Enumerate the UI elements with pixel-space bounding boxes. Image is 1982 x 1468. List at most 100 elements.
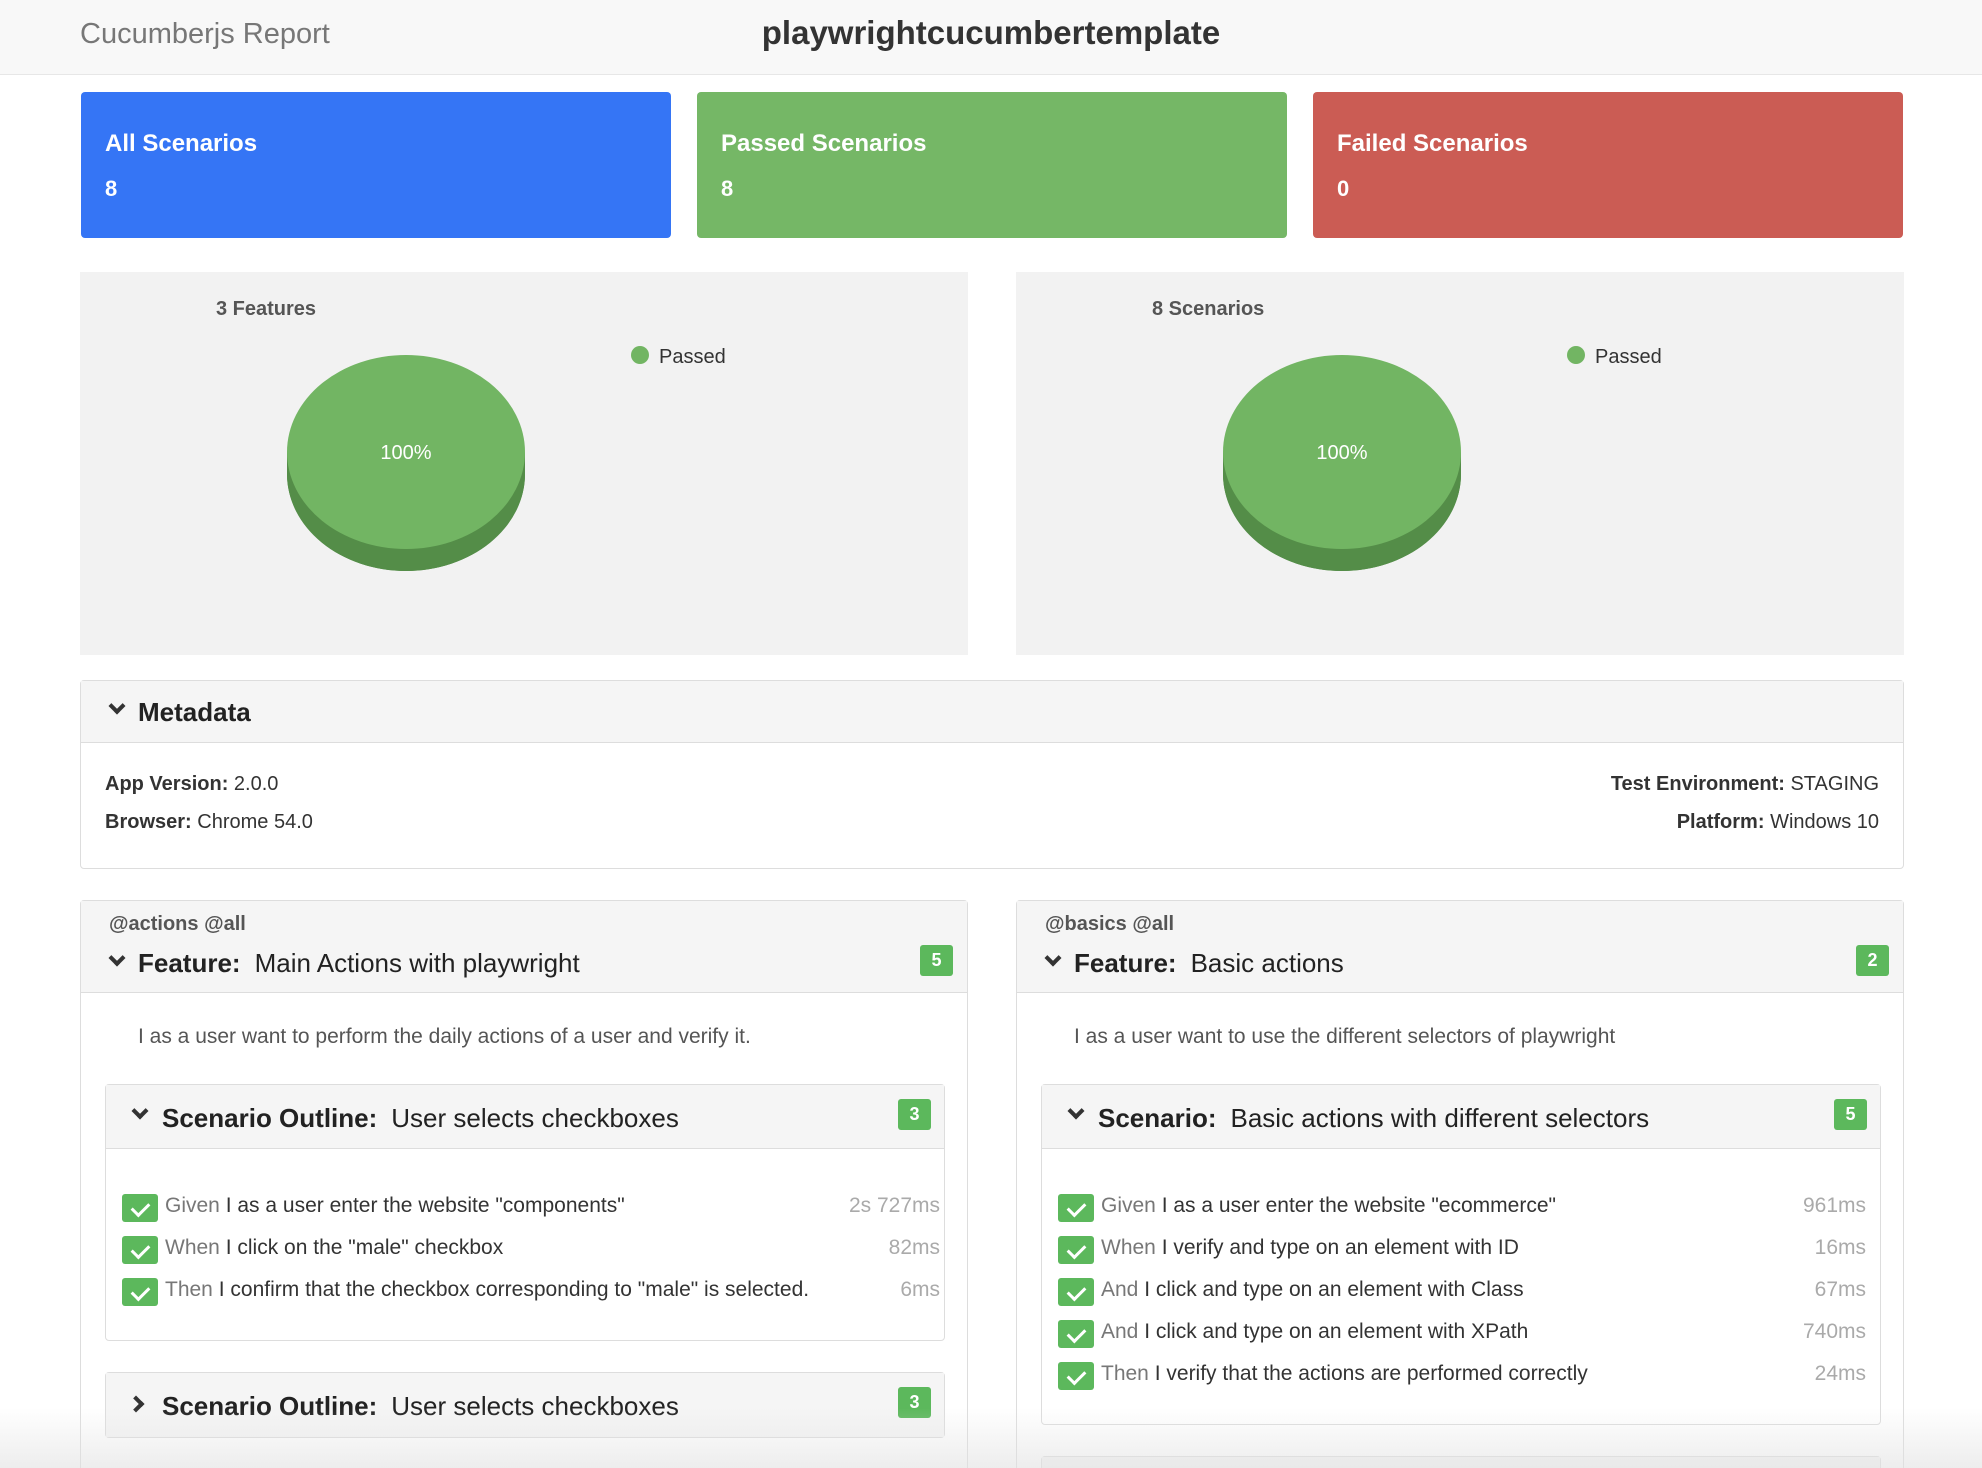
metadata-header[interactable]: Metadata [81,681,1903,743]
platform-label: Platform: [1676,811,1765,833]
legend-swatch [631,346,649,364]
scenario-header[interactable]: Scenario: Basic actions with different se… [1042,1085,1880,1149]
feature-name: Basic actions [1190,948,1344,978]
feature-keyword: Feature: [138,948,241,978]
step-duration: 82ms [888,1236,940,1259]
chevron-down-icon [131,1102,149,1120]
tile-label: All Scenarios [105,130,258,157]
tile-count: 8 [721,176,734,201]
step-duration: 24ms [1814,1362,1866,1385]
browser-label: Browser: [105,811,192,833]
step-keyword: And [1101,1320,1139,1343]
check-icon [122,1278,158,1306]
step-text-wrap: And I click and type on an element with … [1101,1278,1524,1302]
feature-tags: @actions @all [109,913,246,935]
chevron-down-icon [1067,1102,1085,1120]
scenario-header[interactable] [1042,1457,1880,1468]
feature-keyword: Feature: [1074,948,1177,978]
legend-label[interactable]: Passed [659,346,726,368]
step-text-wrap: Given I as a user enter the website "eco… [1101,1194,1556,1218]
tile-label: Passed Scenarios [721,130,927,157]
feature-name: Main Actions with playwright [254,948,580,978]
feature-tags: @basics @all [1045,913,1175,935]
passed-scenarios-tile: Passed Scenarios 8 [697,92,1287,238]
step-keyword: Given [1101,1194,1156,1217]
scenario-name: User selects checkboxes [391,1103,679,1133]
test-environment-value: STAGING [1790,773,1879,795]
step-text: I verify and type on an element with ID [1161,1236,1519,1259]
navbar: Cucumberjs Report playwrightcucumbertemp… [0,0,1982,75]
step-duration: 961ms [1802,1194,1866,1217]
check-icon [1058,1236,1094,1264]
scenario-header[interactable]: Scenario Outline: User selects checkboxes… [106,1373,944,1437]
scenario-name: User selects checkboxes [391,1391,679,1421]
scenario-header[interactable]: Scenario Outline: User selects checkboxes… [106,1085,944,1149]
chevron-down-icon [108,697,126,715]
step-text-wrap: When I verify and type on an element wit… [1101,1236,1519,1260]
test-environment-row: Test Environment: STAGING [1611,773,1879,796]
step-text-wrap: Then I confirm that the checkbox corresp… [165,1278,809,1302]
step-row: Then I confirm that the checkbox corresp… [122,1276,940,1306]
step-text-wrap: And I click and type on an element with … [1101,1320,1528,1344]
check-icon [1058,1362,1094,1390]
feature-description: I as a user want to perform the daily ac… [138,1025,751,1048]
step-row: Given I as a user enter the website "eco… [1058,1192,1866,1222]
step-row: And I click and type on an element with … [1058,1276,1866,1306]
feature-header[interactable]: @basics @all Feature: Basic actions 2 [1017,901,1903,993]
browser-value: Chrome 54.0 [197,811,313,833]
step-row: Given I as a user enter the website "com… [122,1192,940,1222]
check-icon [1058,1278,1094,1306]
step-text-wrap: Given I as a user enter the website "com… [165,1194,625,1218]
scenario-keyword: Scenario: [1098,1103,1217,1133]
step-count-badge: 5 [1834,1099,1867,1130]
step-text: I click on the "male" checkbox [225,1236,504,1259]
step-count-badge: 3 [898,1387,931,1418]
feature-header[interactable]: @actions @all Feature: Main Actions with … [81,901,967,993]
scenario-panel-collapsed [1041,1456,1881,1468]
scenario-keyword: Scenario Outline: [162,1103,378,1133]
step-keyword: Given [165,1194,220,1217]
step-duration: 67ms [1814,1278,1866,1301]
feature-panel: @actions @all Feature: Main Actions with … [80,900,968,1468]
check-icon [1058,1194,1094,1222]
scenario-title: Scenario Outline: User selects checkboxes [162,1391,679,1422]
feature-title: Feature: Basic actions [1074,948,1344,979]
scenarios-chart-card: 8 Scenarios Passed 100% [1016,272,1904,655]
test-environment-label: Test Environment: [1610,773,1785,795]
scenario-count-badge: 2 [1856,945,1889,976]
step-row: Then I verify that the actions are perfo… [1058,1360,1866,1390]
step-text: I click and type on an element with Clas… [1144,1278,1524,1301]
pie-slice-label: 100% [380,442,431,464]
scenarios-pie-chart: Passed 100% [1223,346,1662,571]
step-text: I as a user enter the website "component… [225,1194,625,1217]
scenario-title: Scenario: Basic actions with different se… [1098,1103,1649,1134]
step-text: I confirm that the checkbox correspondin… [218,1278,810,1301]
features-chart-card: 3 Features Passed 100% [80,272,968,655]
browser-row: Browser: Chrome 54.0 [105,811,313,834]
step-count-badge: 3 [898,1099,931,1130]
scenario-count-badge: 5 [920,945,953,976]
platform-row: Platform: Windows 10 [1677,811,1879,834]
scenario-name: Basic actions with different selectors [1230,1103,1650,1133]
app-version-label: App Version: [105,773,229,795]
scenario-panel: Scenario Outline: User selects checkboxes… [105,1084,945,1341]
step-duration: 740ms [1802,1320,1866,1343]
platform-value: Windows 10 [1770,811,1879,833]
step-keyword: When [165,1236,220,1259]
tile-count: 0 [1337,176,1350,201]
step-row: When I verify and type on an element wit… [1058,1234,1866,1264]
legend-label[interactable]: Passed [1595,346,1662,368]
step-keyword: Then [1101,1362,1149,1385]
check-icon [1058,1320,1094,1348]
features-pie-chart: Passed 100% [287,346,726,571]
app-version-row: App Version: 2.0.0 [105,773,278,796]
step-text: I as a user enter the website "ecommerce… [1161,1194,1556,1217]
check-icon [122,1194,158,1222]
step-keyword: When [1101,1236,1156,1259]
scenario-keyword: Scenario Outline: [162,1391,378,1421]
step-keyword: Then [165,1278,213,1301]
step-keyword: And [1101,1278,1139,1301]
metadata-panel: Metadata App Version: 2.0.0 Browser: Chr… [80,680,1904,869]
failed-scenarios-tile: Failed Scenarios 0 [1313,92,1903,238]
step-duration: 2s 727ms [848,1194,940,1217]
